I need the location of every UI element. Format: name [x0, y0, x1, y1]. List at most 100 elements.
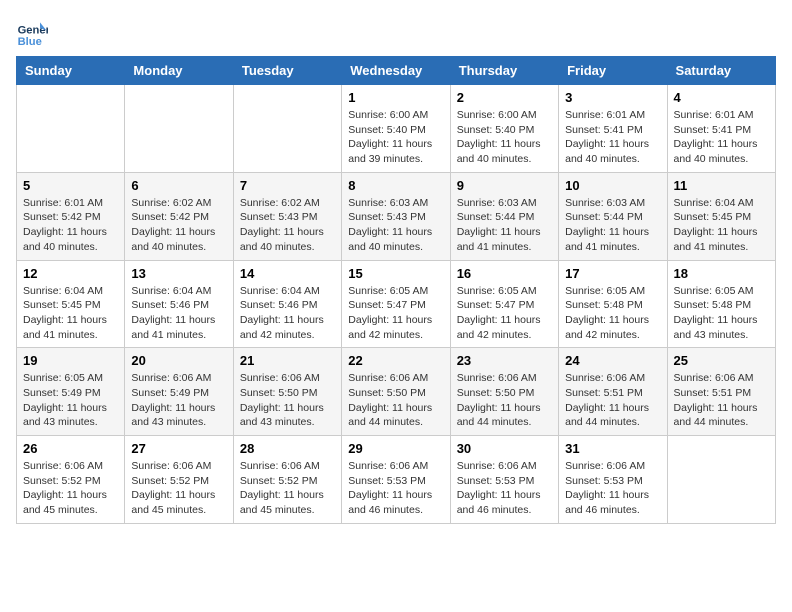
day-info: Sunrise: 6:05 AM Sunset: 5:48 PM Dayligh…	[674, 284, 769, 343]
day-number: 27	[131, 441, 226, 456]
day-number: 21	[240, 353, 335, 368]
day-number: 20	[131, 353, 226, 368]
calendar-cell: 1 Sunrise: 6:00 AM Sunset: 5:40 PM Daylig…	[342, 85, 450, 173]
day-number: 12	[23, 266, 118, 281]
calendar-cell: 29 Sunrise: 6:06 AM Sunset: 5:53 PM Dayli…	[342, 436, 450, 524]
day-info: Sunrise: 6:05 AM Sunset: 5:49 PM Dayligh…	[23, 371, 118, 430]
logo: General Blue	[16, 16, 52, 48]
calendar-cell: 11 Sunrise: 6:04 AM Sunset: 5:45 PM Dayli…	[667, 172, 775, 260]
day-info: Sunrise: 6:04 AM Sunset: 5:45 PM Dayligh…	[23, 284, 118, 343]
day-number: 1	[348, 90, 443, 105]
day-number: 25	[674, 353, 769, 368]
calendar-cell: 31 Sunrise: 6:06 AM Sunset: 5:53 PM Dayli…	[559, 436, 667, 524]
day-number: 24	[565, 353, 660, 368]
calendar-cell: 25 Sunrise: 6:06 AM Sunset: 5:51 PM Dayli…	[667, 348, 775, 436]
day-info: Sunrise: 6:05 AM Sunset: 5:48 PM Dayligh…	[565, 284, 660, 343]
day-number: 23	[457, 353, 552, 368]
day-info: Sunrise: 6:06 AM Sunset: 5:49 PM Dayligh…	[131, 371, 226, 430]
day-number: 5	[23, 178, 118, 193]
calendar-header: SundayMondayTuesdayWednesdayThursdayFrid…	[17, 57, 776, 85]
calendar-cell: 10 Sunrise: 6:03 AM Sunset: 5:44 PM Dayli…	[559, 172, 667, 260]
day-number: 29	[348, 441, 443, 456]
calendar-cell: 21Sunrise: 6:06 AM Sunset: 5:50 PM Dayli…	[233, 348, 341, 436]
calendar-cell: 4 Sunrise: 6:01 AM Sunset: 5:41 PM Daylig…	[667, 85, 775, 173]
weekday-header: Wednesday	[342, 57, 450, 85]
day-info: Sunrise: 6:06 AM Sunset: 5:51 PM Dayligh…	[674, 371, 769, 430]
weekday-row: SundayMondayTuesdayWednesdayThursdayFrid…	[17, 57, 776, 85]
calendar-cell: 20 Sunrise: 6:06 AM Sunset: 5:49 PM Dayli…	[125, 348, 233, 436]
calendar-week: 1 Sunrise: 6:00 AM Sunset: 5:40 PM Daylig…	[17, 85, 776, 173]
calendar-cell	[125, 85, 233, 173]
day-number: 7	[240, 178, 335, 193]
day-info: Sunrise: 6:06 AM Sunset: 5:53 PM Dayligh…	[457, 459, 552, 518]
calendar-week: 5 Sunrise: 6:01 AM Sunset: 5:42 PM Daylig…	[17, 172, 776, 260]
day-number: 17	[565, 266, 660, 281]
day-info: Sunrise: 6:04 AM Sunset: 5:46 PM Dayligh…	[240, 284, 335, 343]
weekday-header: Tuesday	[233, 57, 341, 85]
day-number: 10	[565, 178, 660, 193]
day-number: 30	[457, 441, 552, 456]
weekday-header: Friday	[559, 57, 667, 85]
calendar-cell	[233, 85, 341, 173]
day-number: 16	[457, 266, 552, 281]
calendar-cell: 19Sunrise: 6:05 AM Sunset: 5:49 PM Dayli…	[17, 348, 125, 436]
day-info: Sunrise: 6:06 AM Sunset: 5:52 PM Dayligh…	[23, 459, 118, 518]
day-number: 9	[457, 178, 552, 193]
day-number: 26	[23, 441, 118, 456]
day-info: Sunrise: 6:00 AM Sunset: 5:40 PM Dayligh…	[348, 108, 443, 167]
calendar-cell	[667, 436, 775, 524]
day-info: Sunrise: 6:06 AM Sunset: 5:50 PM Dayligh…	[457, 371, 552, 430]
calendar-cell: 12 Sunrise: 6:04 AM Sunset: 5:45 PM Dayli…	[17, 260, 125, 348]
calendar-cell: 13 Sunrise: 6:04 AM Sunset: 5:46 PM Dayli…	[125, 260, 233, 348]
calendar-week: 19Sunrise: 6:05 AM Sunset: 5:49 PM Dayli…	[17, 348, 776, 436]
weekday-header: Thursday	[450, 57, 558, 85]
day-number: 13	[131, 266, 226, 281]
day-number: 6	[131, 178, 226, 193]
day-info: Sunrise: 6:01 AM Sunset: 5:41 PM Dayligh…	[565, 108, 660, 167]
weekday-header: Sunday	[17, 57, 125, 85]
calendar-cell: 7 Sunrise: 6:02 AM Sunset: 5:43 PM Daylig…	[233, 172, 341, 260]
day-number: 22	[348, 353, 443, 368]
calendar-cell: 24 Sunrise: 6:06 AM Sunset: 5:51 PM Dayli…	[559, 348, 667, 436]
logo-icon: General Blue	[16, 16, 48, 48]
day-info: Sunrise: 6:06 AM Sunset: 5:51 PM Dayligh…	[565, 371, 660, 430]
day-info: Sunrise: 6:06 AM Sunset: 5:52 PM Dayligh…	[131, 459, 226, 518]
calendar-cell: 26 Sunrise: 6:06 AM Sunset: 5:52 PM Dayli…	[17, 436, 125, 524]
day-number: 15	[348, 266, 443, 281]
day-number: 31	[565, 441, 660, 456]
calendar-cell: 2Sunrise: 6:00 AM Sunset: 5:40 PM Daylig…	[450, 85, 558, 173]
day-info: Sunrise: 6:03 AM Sunset: 5:44 PM Dayligh…	[457, 196, 552, 255]
day-number: 8	[348, 178, 443, 193]
day-info: Sunrise: 6:04 AM Sunset: 5:46 PM Dayligh…	[131, 284, 226, 343]
calendar-body: 1 Sunrise: 6:00 AM Sunset: 5:40 PM Daylig…	[17, 85, 776, 524]
calendar-cell: 3 Sunrise: 6:01 AM Sunset: 5:41 PM Daylig…	[559, 85, 667, 173]
calendar-cell: 27 Sunrise: 6:06 AM Sunset: 5:52 PM Dayli…	[125, 436, 233, 524]
day-number: 3	[565, 90, 660, 105]
calendar-cell: 17 Sunrise: 6:05 AM Sunset: 5:48 PM Dayli…	[559, 260, 667, 348]
day-info: Sunrise: 6:02 AM Sunset: 5:43 PM Dayligh…	[240, 196, 335, 255]
weekday-header: Saturday	[667, 57, 775, 85]
day-number: 4	[674, 90, 769, 105]
calendar-table: SundayMondayTuesdayWednesdayThursdayFrid…	[16, 56, 776, 524]
calendar-cell: 23 Sunrise: 6:06 AM Sunset: 5:50 PM Dayli…	[450, 348, 558, 436]
day-info: Sunrise: 6:01 AM Sunset: 5:41 PM Dayligh…	[674, 108, 769, 167]
calendar-week: 12 Sunrise: 6:04 AM Sunset: 5:45 PM Dayli…	[17, 260, 776, 348]
day-info: Sunrise: 6:06 AM Sunset: 5:53 PM Dayligh…	[348, 459, 443, 518]
day-number: 18	[674, 266, 769, 281]
calendar-cell: 8 Sunrise: 6:03 AM Sunset: 5:43 PM Daylig…	[342, 172, 450, 260]
day-info: Sunrise: 6:01 AM Sunset: 5:42 PM Dayligh…	[23, 196, 118, 255]
day-number: 28	[240, 441, 335, 456]
calendar-cell: 9 Sunrise: 6:03 AM Sunset: 5:44 PM Daylig…	[450, 172, 558, 260]
day-info: Sunrise: 6:06 AM Sunset: 5:52 PM Dayligh…	[240, 459, 335, 518]
calendar-cell: 5 Sunrise: 6:01 AM Sunset: 5:42 PM Daylig…	[17, 172, 125, 260]
day-info: Sunrise: 6:03 AM Sunset: 5:44 PM Dayligh…	[565, 196, 660, 255]
day-number: 11	[674, 178, 769, 193]
page-header: General Blue	[16, 16, 776, 48]
day-info: Sunrise: 6:05 AM Sunset: 5:47 PM Dayligh…	[457, 284, 552, 343]
day-info: Sunrise: 6:04 AM Sunset: 5:45 PM Dayligh…	[674, 196, 769, 255]
day-number: 2	[457, 90, 552, 105]
day-info: Sunrise: 6:03 AM Sunset: 5:43 PM Dayligh…	[348, 196, 443, 255]
calendar-cell: 14Sunrise: 6:04 AM Sunset: 5:46 PM Dayli…	[233, 260, 341, 348]
calendar-cell: 28 Sunrise: 6:06 AM Sunset: 5:52 PM Dayli…	[233, 436, 341, 524]
day-info: Sunrise: 6:06 AM Sunset: 5:53 PM Dayligh…	[565, 459, 660, 518]
